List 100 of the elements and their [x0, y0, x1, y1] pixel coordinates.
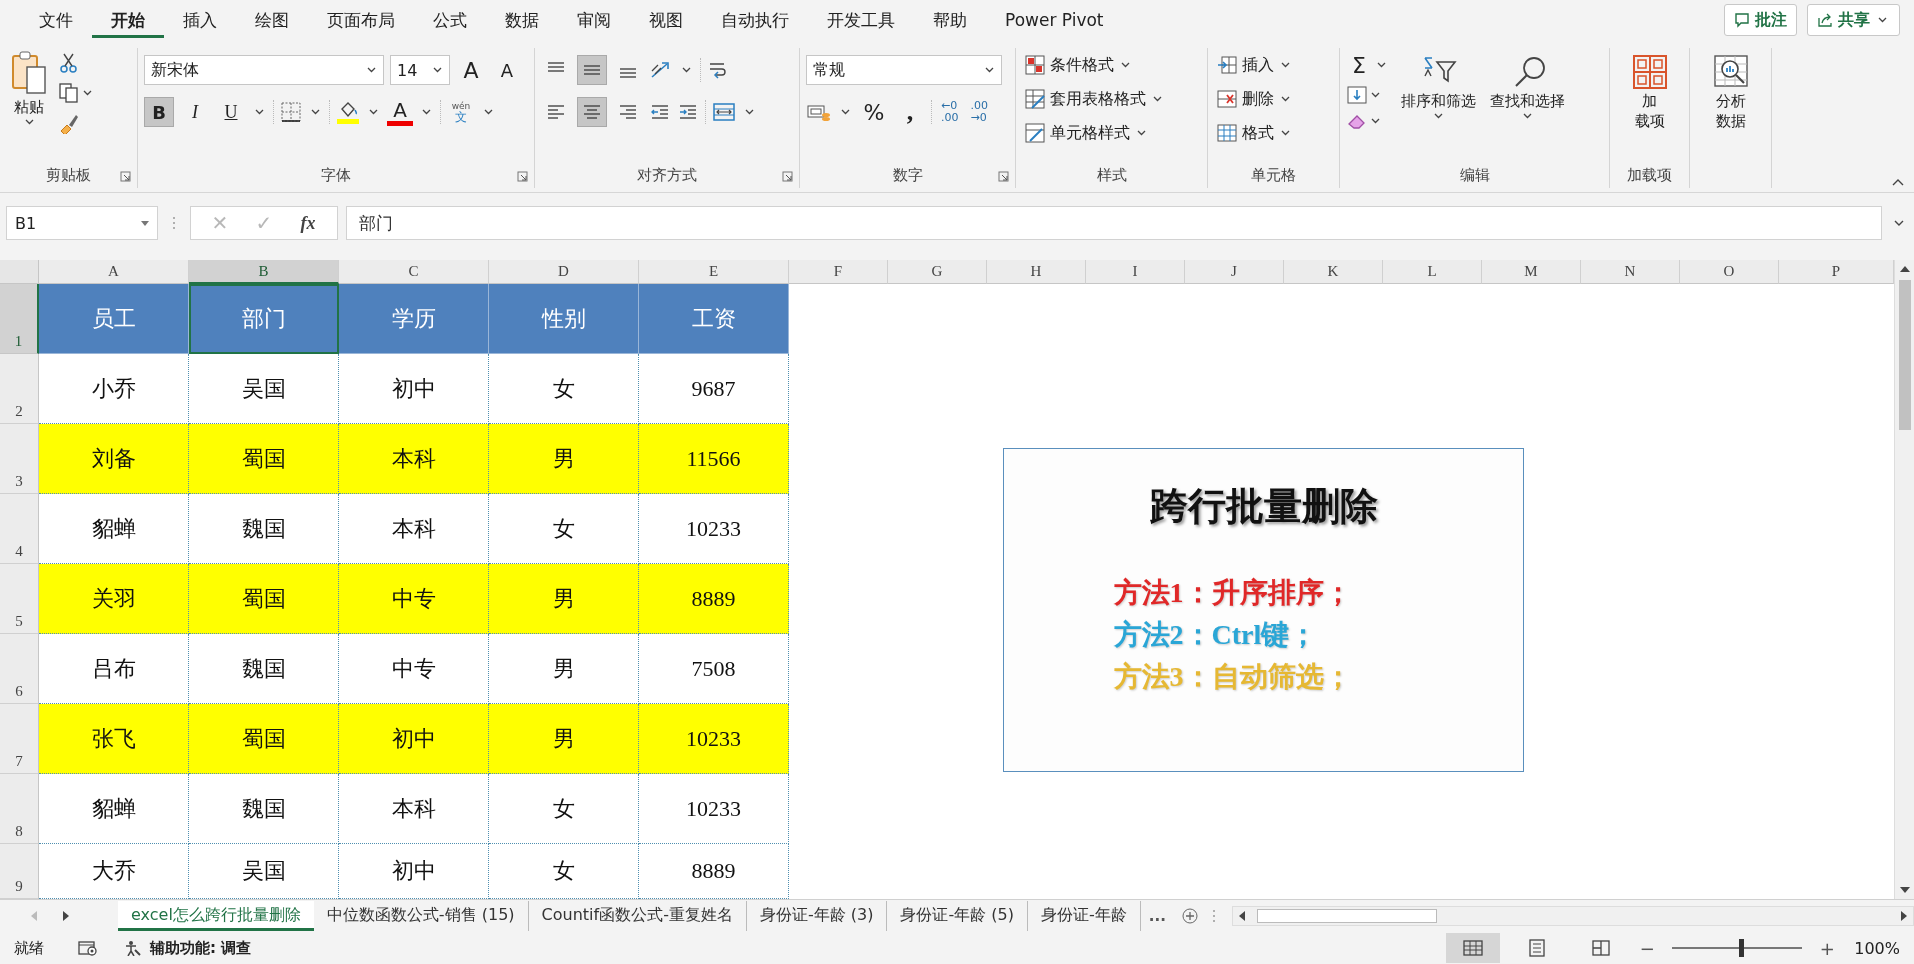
column-header[interactable]: A — [39, 260, 189, 284]
cells-menu-button[interactable]: 格式 — [1214, 118, 1295, 148]
column-header[interactable]: N — [1581, 260, 1680, 284]
increase-decimal-button[interactable]: ←0 .00 — [938, 99, 962, 125]
menu-tab[interactable]: 数据 — [486, 2, 558, 38]
horizontal-scrollbar[interactable] — [1231, 905, 1914, 926]
comments-button[interactable]: 批注 — [1724, 4, 1797, 36]
column-header[interactable]: F — [789, 260, 888, 284]
scroll-down-icon[interactable] — [1899, 887, 1910, 893]
scissors-icon[interactable] — [58, 52, 80, 74]
style-menu-button[interactable]: 套用表格格式 — [1022, 84, 1167, 114]
caret-icon[interactable] — [484, 109, 493, 115]
caret-icon[interactable] — [745, 109, 754, 115]
dialog-launcher-icon[interactable] — [782, 171, 793, 182]
row-header[interactable]: 9 — [0, 844, 39, 899]
dialog-launcher-icon[interactable] — [517, 171, 528, 182]
analyze-data-button[interactable]: 分析 数据 — [1708, 52, 1753, 132]
more-sheets-button[interactable]: ... — [1140, 906, 1174, 925]
menu-tab[interactable]: 视图 — [630, 2, 702, 38]
scroll-up-icon[interactable] — [1899, 266, 1910, 272]
row-header[interactable]: 7 — [0, 704, 39, 774]
fill-down-icon[interactable] — [1346, 84, 1368, 106]
scroll-right-icon[interactable] — [1901, 910, 1907, 921]
formula-field[interactable]: 部门 — [346, 206, 1882, 240]
find-select-button[interactable]: 查找和选择 — [1486, 52, 1569, 121]
accessibility-button[interactable]: 辅助功能: 调查 — [124, 938, 252, 958]
column-header[interactable]: C — [339, 260, 489, 284]
paintbrush-icon[interactable] — [58, 112, 80, 134]
normal-view-button[interactable] — [1446, 933, 1501, 963]
column-header[interactable]: I — [1086, 260, 1185, 284]
collapse-ribbon-icon[interactable] — [1892, 178, 1904, 186]
dialog-launcher-icon[interactable] — [998, 171, 1009, 182]
row-header[interactable]: 8 — [0, 774, 39, 844]
menu-tab[interactable]: 文件 — [20, 2, 92, 38]
font-name-field[interactable]: 新宋体 — [144, 55, 384, 85]
style-menu-button[interactable]: 单元格样式 — [1022, 118, 1167, 148]
sort-filter-button[interactable]: 排序和筛选 — [1397, 52, 1480, 121]
row-header[interactable]: 2 — [0, 354, 39, 424]
menu-tab[interactable]: 自动执行 — [702, 2, 808, 38]
caret-icon[interactable] — [83, 90, 92, 96]
decrease-decimal-button[interactable]: .00 →0 — [967, 99, 991, 125]
fill-color-icon[interactable] — [336, 100, 360, 124]
autosum-button[interactable]: Σ — [1346, 50, 1391, 80]
column-header[interactable]: E — [639, 260, 789, 284]
name-box[interactable]: B1 — [6, 206, 158, 240]
menu-tab[interactable]: 绘图 — [236, 2, 308, 38]
zoom-out-button[interactable]: − — [1638, 937, 1657, 959]
scroll-thumb[interactable] — [1256, 908, 1437, 923]
merge-cells-icon[interactable] — [712, 101, 736, 123]
cells-menu-button[interactable]: 删除 — [1214, 84, 1295, 114]
add-sheet-icon[interactable] — [1181, 907, 1198, 924]
sheet-tab[interactable]: 身份证-年龄 (5) — [887, 900, 1028, 931]
caret-icon[interactable] — [369, 109, 378, 115]
italic-button[interactable]: I — [180, 97, 210, 127]
sheet-tab[interactable]: 身份证-年龄 — [1028, 900, 1141, 931]
column-header[interactable]: H — [987, 260, 1086, 284]
scroll-left-icon[interactable] — [1238, 910, 1245, 921]
caret-icon[interactable] — [1371, 118, 1380, 124]
column-header[interactable]: J — [1185, 260, 1284, 284]
expand-icon[interactable] — [1894, 220, 1904, 226]
paste-button[interactable]: 粘贴 — [6, 48, 52, 127]
sheet-tab[interactable]: 身份证-年龄 (3) — [746, 900, 888, 931]
menu-tab[interactable]: 公式 — [414, 2, 486, 38]
caret-icon[interactable] — [422, 109, 431, 115]
column-header[interactable]: K — [1284, 260, 1383, 284]
scroll-thumb[interactable] — [1898, 280, 1911, 430]
row-header[interactable]: 1 — [0, 284, 39, 354]
comma-style-button[interactable]: , — [895, 97, 925, 127]
caret-icon[interactable] — [255, 109, 264, 115]
menu-tab[interactable]: 审阅 — [558, 2, 630, 38]
percent-button[interactable]: % — [859, 97, 889, 127]
share-button[interactable]: 共享 — [1807, 4, 1900, 36]
column-header[interactable]: G — [888, 260, 987, 284]
row-header[interactable]: 4 — [0, 494, 39, 564]
column-header[interactable]: P — [1779, 260, 1894, 284]
menu-tab[interactable]: 页面布局 — [308, 2, 414, 38]
underline-button[interactable]: U — [216, 97, 246, 127]
row-header[interactable]: 3 — [0, 424, 39, 494]
decrease-font-size-button[interactable]: A — [492, 55, 522, 85]
column-header[interactable]: D — [489, 260, 639, 284]
caret-icon[interactable] — [841, 109, 850, 115]
macro-record-icon[interactable] — [78, 940, 98, 956]
sheet-tab[interactable]: 中位数函数公式-销售 (15) — [313, 900, 529, 931]
caret-icon[interactable] — [1371, 92, 1380, 98]
menu-tab[interactable]: 开发工具 — [808, 2, 914, 38]
column-header[interactable]: M — [1482, 260, 1581, 284]
zoom-slider-thumb[interactable] — [1739, 939, 1745, 957]
column-header[interactable]: O — [1680, 260, 1779, 284]
column-header[interactable]: L — [1383, 260, 1482, 284]
next-sheet-icon[interactable] — [62, 910, 70, 921]
menu-tab[interactable]: Power Pivot — [986, 2, 1123, 38]
copy-icon[interactable] — [58, 82, 80, 104]
increase-font-size-button[interactable]: A — [456, 55, 486, 85]
phonetic-guide-button[interactable]: wén 文 — [447, 101, 475, 123]
row-header[interactable]: 6 — [0, 634, 39, 704]
dropdown-icon[interactable] — [141, 220, 149, 226]
style-menu-button[interactable]: 条件格式 — [1022, 50, 1167, 80]
insert-function-button[interactable]: fx — [293, 212, 323, 234]
bold-button[interactable]: B — [144, 97, 174, 127]
cells-menu-button[interactable]: 插入 — [1214, 50, 1295, 80]
